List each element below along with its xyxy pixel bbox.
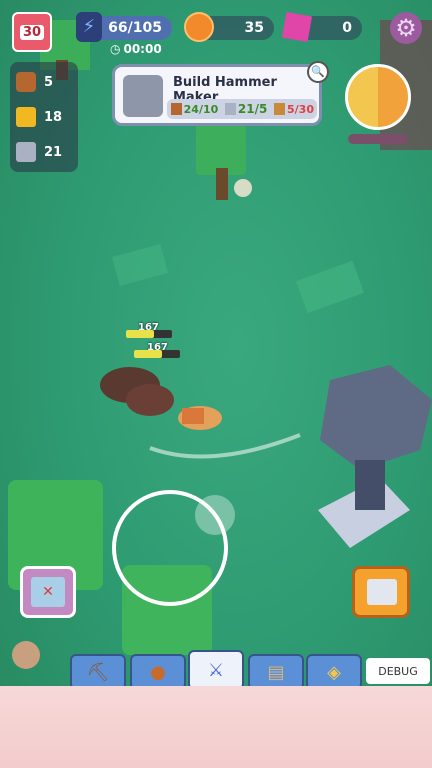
- gold-bars-icon: [16, 107, 36, 127]
- gem-value: 0: [342, 20, 352, 36]
- calendar-widget[interactable]: 30: [12, 12, 52, 52]
- settings-gear-icon[interactable]: ⚙: [390, 12, 422, 44]
- req-wood: 24/10: [183, 102, 219, 116]
- debug-button[interactable]: DEBUG: [366, 658, 430, 684]
- req-stone: 21/5: [237, 102, 268, 116]
- player-caveman: [178, 406, 222, 430]
- gold-value: 18: [44, 109, 63, 125]
- toolbar-scroll-button[interactable]: ▤: [248, 654, 304, 690]
- dial-progress-bar: [348, 134, 408, 144]
- magnifier-icon[interactable]: 🔍: [307, 61, 329, 83]
- coin-icon: [184, 12, 214, 42]
- scroll-icon: ▤: [267, 661, 285, 683]
- toolbar-meat-button[interactable]: ●: [130, 654, 186, 690]
- skull-decor: [12, 641, 40, 669]
- energy-text: 66/105: [108, 20, 162, 36]
- quest-requirements: 24/10 21/5 5/30: [167, 99, 317, 119]
- tree-bottom-center: [122, 565, 212, 655]
- day-night-dial: [345, 64, 411, 130]
- material-icon: [274, 103, 285, 115]
- compass-icon: ◈: [327, 661, 341, 683]
- calendar-day: 30: [19, 24, 45, 40]
- stone-icon: [225, 103, 236, 115]
- resource-row-wood: 5: [16, 70, 53, 94]
- req-other: 5/30: [287, 102, 314, 116]
- mushroom: [234, 179, 252, 197]
- toolbar-pickaxe-button[interactable]: ⛏: [70, 654, 126, 690]
- enemy-hp-bar: [134, 350, 180, 358]
- resource-row-stone: 21: [16, 140, 62, 164]
- enemy-creature[interactable]: [100, 367, 174, 416]
- wood-icon: [171, 103, 182, 115]
- sword-icon: ⚔: [207, 659, 225, 681]
- bottom-overlay: [0, 686, 432, 768]
- stone-icon: [16, 142, 36, 162]
- lightning-icon: ⚡: [76, 12, 102, 42]
- resource-panel: 5 18 21: [10, 62, 78, 172]
- hammer-maker-icon: [123, 75, 163, 117]
- game-scene[interactable]: 30 66/105 ⚡ ◷ 00:00 35 0 ⚙ 5 18 21 Build…: [0, 0, 432, 768]
- timer-text: 00:00: [123, 42, 162, 56]
- pickaxe-icon: ⛏: [86, 661, 110, 683]
- clock-icon: ◷: [110, 42, 121, 56]
- map-button[interactable]: ✕: [20, 566, 76, 618]
- toolbar-sword-button[interactable]: ⚔: [188, 650, 244, 690]
- meat-icon: ●: [150, 661, 166, 683]
- quest-card[interactable]: Build Hammer Maker 24/10 21/5 5/30 🔍: [112, 61, 329, 126]
- timer: ◷ 00:00: [110, 42, 162, 56]
- coin-value: 35: [244, 20, 264, 36]
- hammer-statue[interactable]: [318, 365, 432, 548]
- saw-icon: [367, 579, 397, 605]
- wood-value: 5: [44, 74, 54, 90]
- resource-row-gold: 18: [16, 105, 62, 129]
- stone-value: 21: [44, 144, 63, 160]
- gem-icon: [281, 11, 313, 43]
- joystick-knob: [195, 495, 235, 535]
- treasure-map-icon: ✕: [31, 577, 65, 607]
- toolbar-compass-button[interactable]: ◈: [306, 654, 362, 690]
- action-toolbar: ⛏ ● ⚔ ▤ ◈: [70, 650, 366, 690]
- build-button[interactable]: [352, 566, 410, 618]
- wood-icon: [16, 72, 36, 92]
- enemy-hp-bar: [126, 330, 172, 338]
